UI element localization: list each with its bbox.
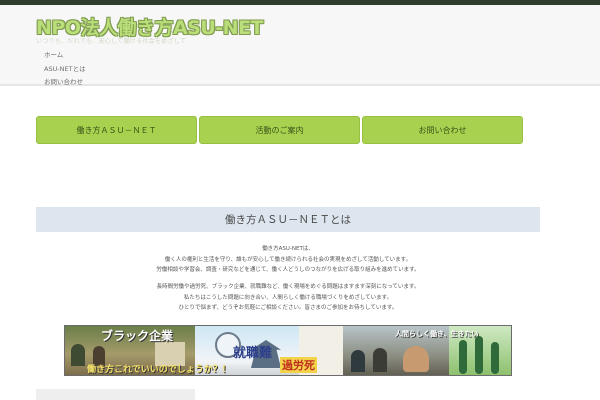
plant-icon [459,340,467,374]
banner-text-question: 働き方これでいいのでしょうか？！ [87,365,231,375]
intro-line: 働く人の権利と生活を守り、誰もが安心して働き続けられる社会の実現をめざして活動し… [164,256,412,263]
portrait-icon [403,346,429,372]
plant-icon [491,342,499,374]
activities-button[interactable]: 活動のご案内 [199,116,360,144]
nav-item-home[interactable]: ホーム [44,49,86,63]
banner-text-humane: 人間らしく働き、生きたい [395,330,479,338]
person-silhouette-icon [373,348,387,372]
nav-item-contact[interactable]: お問い合わせ [44,76,86,90]
intro-paragraph-1: 働き方ASU-NETは、 働く人の権利と生活を守り、誰もが安心して働き続けられる… [36,244,540,276]
plant-icon [475,336,483,374]
intro-line: 長時間労働や過労死、ブラック企業、就職難など、働く現場をめぐる問題はますます深刻… [156,284,420,290]
banner-text-job-hunting: 就職難 [233,346,273,361]
intro-section-title: 働き方ＡＳＵ－ＮＥＴとは [36,207,540,232]
site-header: NPO法人働き方ASU-NET いつでも、だれでも、安心して働ける社会をめざして… [0,5,600,86]
asu-net-button[interactable]: 働き方ＡＳＵ－ＮＥＴ [36,116,197,144]
intro-line: 働き方ASU-NETは、 [262,246,314,252]
site-tagline: いつでも、だれでも、安心して働ける社会をめざして [36,38,187,45]
contact-button[interactable]: お問い合わせ [362,116,523,144]
main-button-row: 働き方ＡＳＵ－ＮＥＴ 活動のご案内 お問い合わせ [36,116,524,144]
intro-line: ひとりで悩まず、どうぞお気軽にご相談ください。皆さまのご参加をお待ちしています。 [178,305,398,311]
nav-item-about[interactable]: ASU-NETとは [44,63,86,77]
banner-text-black-company: ブラック企業 [101,329,174,343]
intro-paragraph-2: 長時間労働や過労死、ブラック企業、就職難など、働く現場をめぐる問題はますます深刻… [36,282,540,314]
intro-line: 私たちはこうした問題に向き合い、人間らしく働ける職場づくりをめざしています。 [183,294,393,301]
header-nav: ホーム ASU-NETとは お問い合わせ [44,49,86,90]
sidebar-widget-box [36,389,195,400]
campaign-banner[interactable]: ブラック企業 働き方これでいいのでしょうか？！ 就職難 過労死 人間らしく働き、… [64,325,512,376]
person-silhouette-icon [351,350,365,372]
intro-line: 労働相談や学習会、調査・研究などを通じて、働く人どうしのつながりを広げる取り組み… [156,267,420,273]
person-silhouette-icon [71,344,85,366]
banner-text-karoshi: 過労死 [280,357,317,373]
